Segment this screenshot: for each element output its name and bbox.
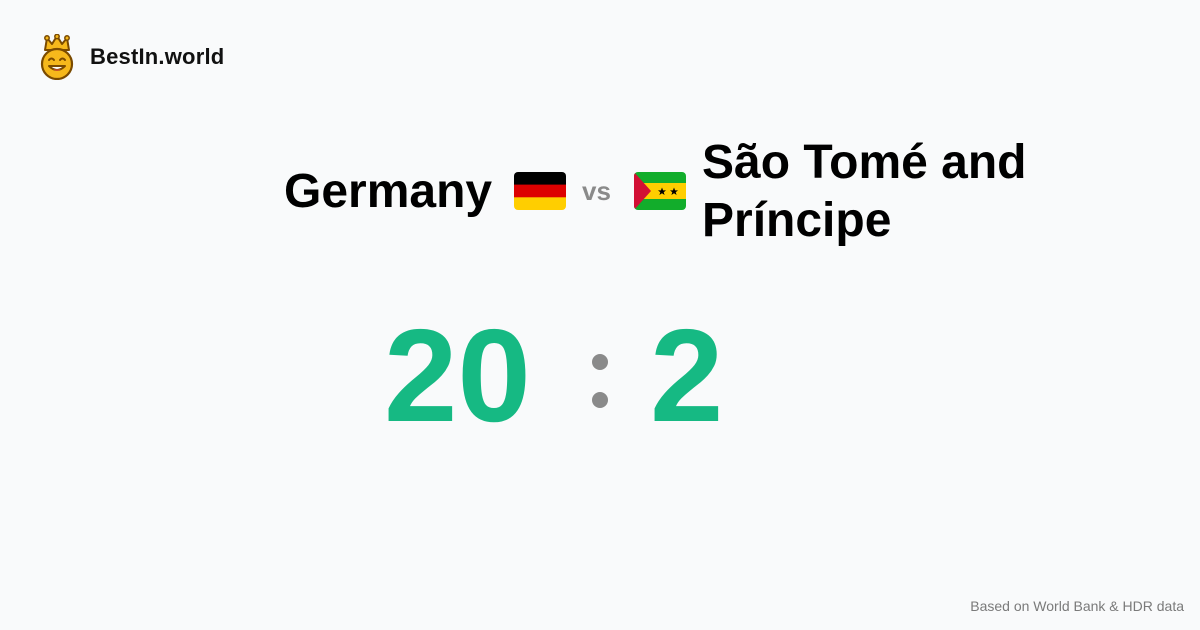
left-score: 20 bbox=[384, 302, 531, 449]
comparison-title: Germany vs São Tomé and Príncipe bbox=[0, 134, 1200, 254]
left-country-name: Germany bbox=[284, 165, 493, 218]
crowned-smiley-icon bbox=[40, 34, 74, 80]
right-country-name: São Tomé and Príncipe bbox=[702, 136, 1027, 247]
score-separator bbox=[590, 354, 610, 410]
brand-name: BestIn.world bbox=[90, 44, 225, 69]
separator-dot bbox=[592, 392, 608, 408]
brand[interactable]: BestIn.world bbox=[38, 34, 224, 80]
data-source-note: Based on World Bank & HDR data bbox=[970, 598, 1184, 614]
sao-tome-and-principe-flag-icon bbox=[634, 172, 686, 210]
vs-label: vs bbox=[582, 176, 611, 206]
germany-flag-icon bbox=[514, 172, 566, 210]
right-score: 2 bbox=[650, 302, 724, 449]
score: 20 2 bbox=[0, 306, 1200, 446]
separator-dot bbox=[592, 354, 608, 370]
